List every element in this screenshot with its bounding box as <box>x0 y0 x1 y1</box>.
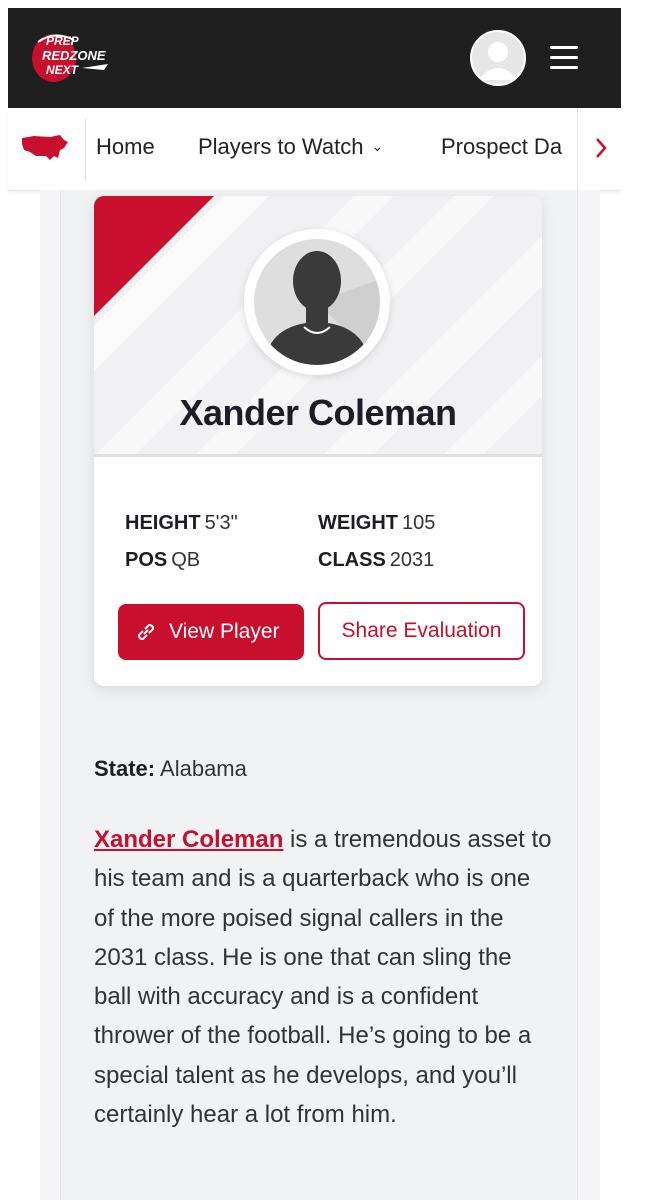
usa-map-icon[interactable] <box>20 132 70 166</box>
share-evaluation-label: Share Evaluation <box>341 619 502 642</box>
state-value: Alabama <box>160 756 247 781</box>
state-label: State: <box>94 756 156 781</box>
stat-label: HEIGHT <box>125 512 201 534</box>
stat-label: CLASS <box>318 549 386 571</box>
stat-value: 5'3" <box>204 512 238 534</box>
page-edge <box>621 8 649 1200</box>
nav-divider <box>85 118 86 180</box>
link-icon <box>137 623 155 641</box>
view-player-button[interactable]: View Player <box>118 604 304 660</box>
svg-text:PREP: PREP <box>46 34 80 48</box>
player-state: State: Alabama <box>94 756 247 782</box>
stat-label: POS <box>125 549 168 571</box>
player-profile-link[interactable]: Xander Coleman <box>94 826 283 853</box>
share-evaluation-button[interactable]: Share Evaluation <box>318 602 525 660</box>
player-name: Xander Coleman <box>179 392 457 433</box>
nav-item-label: Players to Watch <box>198 134 364 159</box>
hamburger-menu-button[interactable] <box>548 44 580 72</box>
player-silhouette-icon <box>264 251 380 365</box>
chevron-right-icon <box>596 138 607 158</box>
stat-weight: WEIGHT 105 <box>318 512 435 535</box>
player-card: Xander Coleman HEIGHT 5'3" WEIGHT 105 POS Q… <box>94 196 542 686</box>
stat-height: HEIGHT 5'3" <box>125 512 238 535</box>
nav-item-home[interactable]: Home <box>96 134 155 160</box>
stat-position: POS QB <box>125 549 200 572</box>
nav-item-label: Prospect Da <box>441 134 563 159</box>
evaluation-text: is a tremendous asset to his team and is… <box>94 826 552 1129</box>
svg-text:NEXT: NEXT <box>46 63 80 77</box>
card-divider <box>94 454 542 457</box>
stat-class: CLASS 2031 <box>318 549 434 572</box>
nav-item-label: Home <box>96 134 155 159</box>
site-logo[interactable]: PREP REDZONE NEXT <box>30 28 140 86</box>
stat-value: 105 <box>402 512 436 534</box>
hamburger-menu-icon <box>550 46 578 49</box>
stat-label: WEIGHT <box>318 512 398 534</box>
chevron-down-icon: ⌄ <box>371 138 384 154</box>
prep-redzone-next-logo: PREP REDZONE NEXT <box>32 34 108 82</box>
nav-scroll-right-button[interactable] <box>577 108 621 190</box>
stat-value: 2031 <box>389 549 435 571</box>
nav-item-prospect-database[interactable]: Prospect Da <box>441 134 562 160</box>
user-avatar-icon <box>478 42 518 80</box>
evaluation-paragraph: Xander Coleman is a tremendous asset to … <box>94 820 554 1134</box>
stat-value: QB <box>171 549 201 571</box>
user-avatar-button[interactable] <box>470 30 526 86</box>
site-header: PREP REDZONE NEXT <box>8 8 621 108</box>
svg-text:REDZONE: REDZONE <box>42 48 106 63</box>
nav-item-players-to-watch[interactable]: Players to Watch ⌄ <box>198 134 383 160</box>
player-avatar <box>244 229 390 375</box>
hamburger-line <box>550 56 578 59</box>
player-card-header: Xander Coleman <box>94 196 542 456</box>
hamburger-line <box>550 66 578 69</box>
view-player-label: View Player <box>169 620 280 643</box>
main-nav: Home Players to Watch ⌄ Prospect Da <box>8 108 621 191</box>
